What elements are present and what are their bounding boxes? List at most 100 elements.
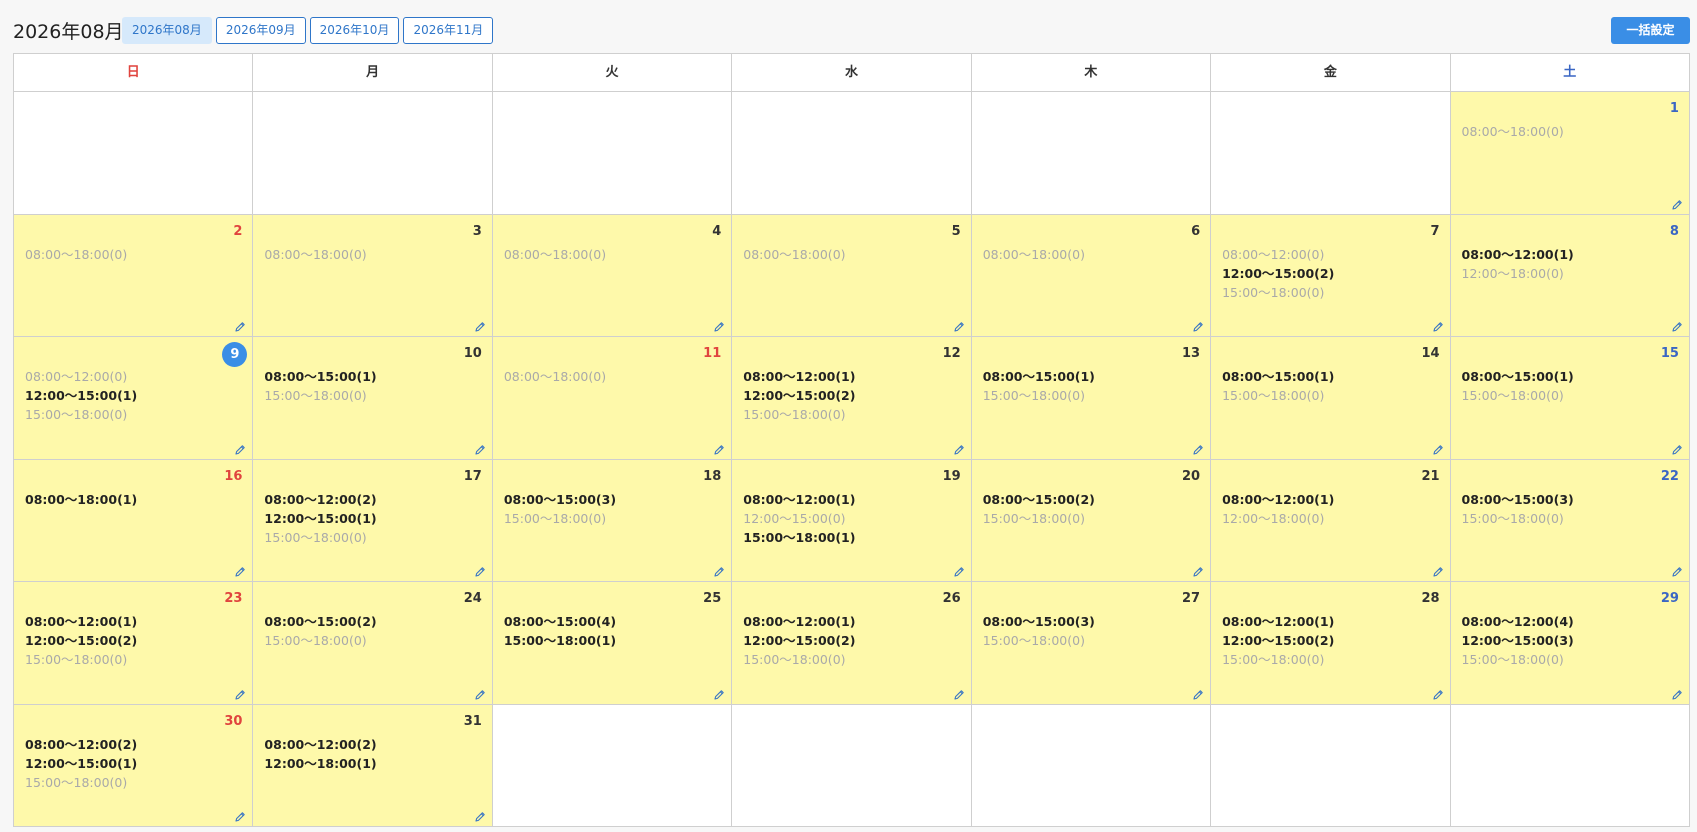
time-slot: 12:00〜15:00(2) — [1222, 265, 1335, 281]
day-number: 2 — [233, 223, 243, 239]
empty-day-cell — [1211, 704, 1451, 827]
day-number: 22 — [1660, 468, 1679, 484]
day-cell[interactable]: 27 08:00〜15:00(3) 15:00〜18:00(0) — [971, 582, 1212, 705]
pencil-icon[interactable] — [1192, 686, 1204, 700]
tab-month-1[interactable]: 2026年08月 — [122, 17, 212, 44]
pencil-icon[interactable] — [474, 563, 486, 577]
day-number: 8 — [1669, 223, 1679, 239]
day-number: 18 — [703, 468, 722, 484]
time-slot-list: 08:00〜15:00(1) 15:00〜18:00(0) — [1462, 367, 1574, 405]
time-slot: 08:00〜15:00(1) — [1461, 369, 1574, 384]
day-cell[interactable]: 8 08:00〜12:00(1) 12:00〜18:00(0) — [1450, 214, 1690, 337]
day-cell[interactable]: 18 08:00〜15:00(3) 15:00〜18:00(0) — [492, 459, 733, 582]
pencil-icon[interactable] — [234, 808, 246, 822]
pencil-icon[interactable] — [234, 686, 246, 700]
time-slot-list: 08:00〜12:00(1) 12:00〜15:00(2) 15:00〜18:00(… — [25, 612, 137, 669]
pencil-icon[interactable] — [953, 686, 965, 700]
day-cell[interactable]: 6 08:00〜18:00(0) — [971, 214, 1212, 337]
day-cell[interactable]: 30 08:00〜12:00(2) 12:00〜15:00(1) 15:00〜18:0… — [14, 704, 254, 827]
pencil-icon[interactable] — [713, 318, 725, 332]
time-slot-list: 08:00〜15:00(1) 15:00〜18:00(0) — [1222, 367, 1334, 405]
day-cell[interactable]: 25 08:00〜15:00(4) 15:00〜18:00(1) — [492, 582, 733, 705]
time-slot-list: 08:00〜12:00(0) 12:00〜15:00(2) 15:00〜18:00(… — [1222, 245, 1334, 302]
tab-month-2[interactable]: 2026年09月 — [215, 17, 306, 44]
pencil-icon[interactable] — [1671, 563, 1683, 577]
day-cell[interactable]: 9 08:00〜12:00(0) 12:00〜15:00(1) 15:00〜18:00… — [14, 337, 254, 460]
time-slot: 08:00〜18:00(0) — [1461, 124, 1564, 139]
tab-month-4[interactable]: 2026年11月 — [403, 17, 494, 44]
day-number: 17 — [463, 468, 482, 484]
pencil-icon[interactable] — [474, 441, 486, 455]
pencil-icon[interactable] — [953, 318, 965, 332]
pencil-icon[interactable] — [234, 563, 246, 577]
bulk-settings-button[interactable]: 一括設定 — [1611, 17, 1690, 44]
empty-day-cell — [492, 92, 733, 215]
time-slot: 08:00〜18:00(0) — [503, 369, 607, 384]
day-cell[interactable]: 19 08:00〜12:00(1) 12:00〜15:00(0) 15:00〜18:0… — [732, 459, 972, 582]
time-slot: 15:00〜18:00(0) — [982, 510, 1085, 526]
day-cell[interactable]: 16 08:00〜18:00(1) — [14, 459, 254, 582]
day-cell[interactable]: 5 08:00〜18:00(0) — [732, 214, 972, 337]
time-slot-list: 08:00〜12:00(1) 12:00〜15:00(2) 15:00〜18:00(… — [743, 367, 855, 424]
pencil-icon[interactable] — [953, 563, 965, 577]
day-cell[interactable]: 26 08:00〜12:00(1) 12:00〜15:00(2) 15:00〜18:0… — [732, 582, 972, 705]
day-cell[interactable]: 7 08:00〜12:00(0) 12:00〜15:00(2) 15:00〜18:00… — [1211, 214, 1451, 337]
day-cell[interactable]: 1 08:00〜18:00(0) — [1450, 92, 1690, 215]
empty-day-cell — [971, 92, 1212, 215]
time-slot: 08:00〜12:00(2) — [264, 736, 377, 752]
time-slot: 08:00〜15:00(1) — [982, 369, 1095, 384]
pencil-icon[interactable] — [1432, 318, 1444, 332]
pencil-icon[interactable] — [1671, 441, 1683, 455]
pencil-icon[interactable] — [713, 686, 725, 700]
day-cell[interactable]: 3 08:00〜18:00(0) — [253, 214, 493, 337]
day-cell[interactable]: 15 08:00〜15:00(1) 15:00〜18:00(0) — [1450, 337, 1690, 460]
pencil-icon[interactable] — [713, 441, 725, 455]
day-cell[interactable]: 14 08:00〜15:00(1) 15:00〜18:00(0) — [1211, 337, 1451, 460]
day-cell[interactable]: 12 08:00〜12:00(1) 12:00〜15:00(2) 15:00〜18:0… — [732, 337, 972, 460]
pencil-icon[interactable] — [474, 318, 486, 332]
pencil-icon[interactable] — [1671, 686, 1683, 700]
pencil-icon[interactable] — [1432, 441, 1444, 455]
tab-month-3[interactable]: 2026年10月 — [309, 17, 400, 44]
pencil-icon[interactable] — [713, 563, 725, 577]
weekday-header-cell: 日 — [14, 54, 254, 92]
pencil-icon[interactable] — [1432, 686, 1444, 700]
day-cell[interactable]: 29 08:00〜12:00(4) 12:00〜15:00(3) 15:00〜18:0… — [1450, 582, 1690, 705]
empty-day-cell — [253, 92, 493, 215]
pencil-icon[interactable] — [474, 686, 486, 700]
pencil-icon[interactable] — [1671, 196, 1683, 210]
day-cell[interactable]: 28 08:00〜12:00(1) 12:00〜15:00(2) 15:00〜18:0… — [1211, 582, 1451, 705]
day-cell[interactable]: 22 08:00〜15:00(3) 15:00〜18:00(0) — [1450, 459, 1690, 582]
day-number: 25 — [703, 591, 722, 606]
pencil-icon[interactable] — [1192, 318, 1204, 332]
day-cell[interactable]: 2 08:00〜18:00(0) — [14, 214, 254, 337]
pencil-icon[interactable] — [1671, 318, 1683, 332]
day-cell[interactable]: 24 08:00〜15:00(2) 15:00〜18:00(0) — [253, 582, 493, 705]
time-slot-list: 08:00〜12:00(0) 12:00〜15:00(1) 15:00〜18:00(… — [25, 367, 137, 424]
pencil-icon[interactable] — [1192, 441, 1204, 455]
day-cell[interactable]: 23 08:00〜12:00(1) 12:00〜15:00(2) 15:00〜18:0… — [14, 582, 254, 705]
day-cell[interactable]: 13 08:00〜15:00(1) 15:00〜18:00(0) — [971, 337, 1212, 460]
time-slot-list: 08:00〜18:00(1) — [25, 490, 137, 509]
day-cell[interactable]: 20 08:00〜15:00(2) 15:00〜18:00(0) — [971, 459, 1212, 582]
pencil-icon[interactable] — [234, 441, 246, 455]
time-slot: 08:00〜15:00(2) — [264, 614, 377, 629]
time-slot: 15:00〜18:00(0) — [1461, 652, 1564, 667]
time-slot: 12:00〜15:00(1) — [25, 755, 138, 771]
time-slot-list: 08:00〜15:00(3) 15:00〜18:00(0) — [1462, 490, 1574, 528]
weekday-header-cell: 月 — [253, 54, 493, 92]
day-cell[interactable]: 4 08:00〜18:00(0) — [492, 214, 733, 337]
day-cell[interactable]: 11 08:00〜18:00(0) — [492, 337, 733, 460]
time-slot-list: 08:00〜15:00(1) 15:00〜18:00(0) — [264, 367, 376, 405]
time-slot-list: 08:00〜12:00(1) 12:00〜15:00(2) 15:00〜18:00(… — [1222, 612, 1334, 669]
pencil-icon[interactable] — [474, 808, 486, 822]
day-cell[interactable]: 21 08:00〜12:00(1) 12:00〜18:00(0) — [1211, 459, 1451, 582]
day-number: 31 — [463, 713, 482, 729]
day-cell[interactable]: 17 08:00〜12:00(2) 12:00〜15:00(1) 15:00〜18:0… — [253, 459, 493, 582]
pencil-icon[interactable] — [234, 318, 246, 332]
day-cell[interactable]: 10 08:00〜15:00(1) 15:00〜18:00(0) — [253, 337, 493, 460]
pencil-icon[interactable] — [953, 441, 965, 455]
day-cell[interactable]: 31 08:00〜12:00(2) 12:00〜18:00(1) — [253, 704, 493, 827]
pencil-icon[interactable] — [1432, 563, 1444, 577]
pencil-icon[interactable] — [1192, 563, 1204, 577]
